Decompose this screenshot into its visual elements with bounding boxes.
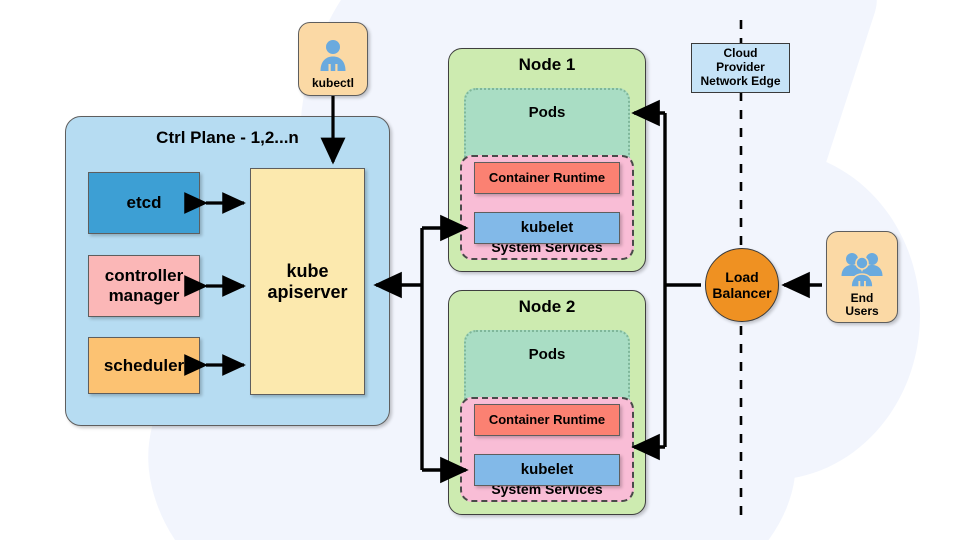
controller-manager-label-line1: controller <box>104 266 184 286</box>
kube-apiserver-label-line1: kube <box>286 260 329 281</box>
node-2-pods-label: Pods <box>528 346 566 363</box>
kube-apiserver-label-line2: apiserver <box>267 281 348 302</box>
node-2-container-runtime[interactable]: Container Runtime <box>474 404 620 436</box>
scheduler-label: scheduler <box>103 355 185 375</box>
control-plane-title: Ctrl Plane - 1,2...n <box>156 128 299 147</box>
kubectl-node[interactable]: kubectl <box>298 22 368 96</box>
controller-manager-label-line2: manager <box>108 286 180 305</box>
node-2-kubelet-label: kubelet <box>520 461 574 479</box>
scheduler-component[interactable]: scheduler <box>88 337 200 394</box>
users-group-icon <box>839 250 885 291</box>
load-balancer-node[interactable]: Load Balancer <box>705 248 779 322</box>
load-balancer-label-line2: Balancer <box>712 285 772 301</box>
cloud-edge-label-line1: Cloud <box>723 46 758 61</box>
cloud-edge-label-line2: Provider <box>716 60 765 75</box>
cloud-edge-label-line3: Network Edge <box>700 73 781 88</box>
cloud-provider-network-edge[interactable]: Cloud Provider Network Edge <box>691 43 790 93</box>
end-users-label-line2: Users <box>845 303 879 318</box>
node-1-kubelet-label: kubelet <box>520 219 574 237</box>
etcd-component[interactable]: etcd <box>88 172 200 234</box>
node-1-container-runtime[interactable]: Container Runtime <box>474 162 620 194</box>
node-1-container-runtime-label: Container Runtime <box>488 169 606 185</box>
controller-manager-component[interactable]: controller manager <box>88 255 200 317</box>
kube-apiserver-component[interactable]: kube apiserver <box>250 168 365 395</box>
node-1-title: Node 1 <box>518 55 576 74</box>
kubectl-label: kubectl <box>311 76 354 91</box>
node-1-kubelet[interactable]: kubelet <box>474 212 620 244</box>
node-2-title: Node 2 <box>518 297 576 316</box>
diagram-canvas: kubectl Ctrl Plane - 1,2...n etcd contro… <box>0 0 960 540</box>
end-users-label-line1: End <box>850 290 874 305</box>
etcd-label: etcd <box>126 193 162 213</box>
load-balancer-label-line1: Load <box>725 268 759 285</box>
node-2-container-runtime-label: Container Runtime <box>488 411 606 427</box>
node-2-kubelet[interactable]: kubelet <box>474 454 620 486</box>
user-icon <box>316 38 350 76</box>
node-1-pods-label: Pods <box>528 104 566 121</box>
end-users-node[interactable]: End Users <box>826 231 898 323</box>
